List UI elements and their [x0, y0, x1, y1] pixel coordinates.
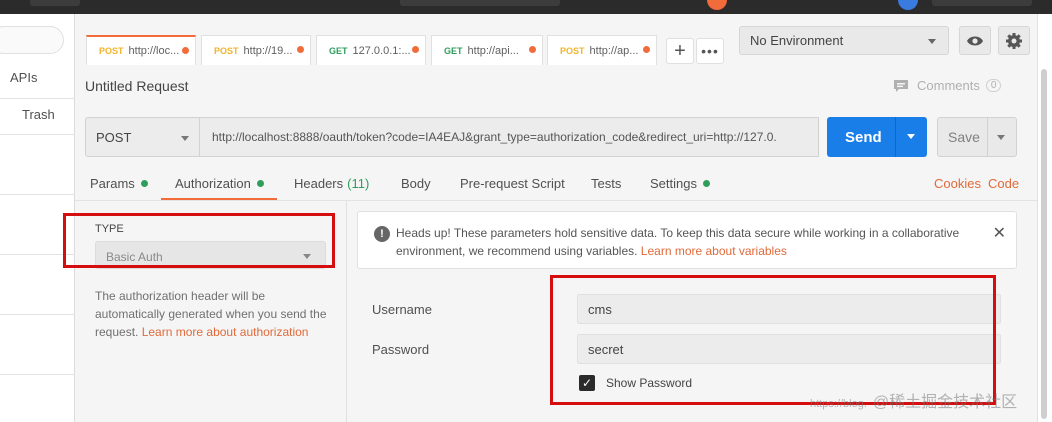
unsaved-dot-icon — [297, 46, 304, 53]
watermark-url: https://blog. — [810, 398, 867, 410]
tab-label: 127.0.0.1:... — [352, 44, 411, 57]
annotation-box — [550, 275, 996, 405]
username-label: Username — [372, 302, 432, 317]
request-tab[interactable]: POST http://19... — [201, 35, 311, 65]
notice-text: Heads up! These parameters hold sensitiv… — [396, 224, 966, 260]
divider — [987, 118, 988, 156]
method-select[interactable]: POST — [85, 117, 200, 157]
send-button[interactable]: Send — [827, 117, 927, 157]
top-bar-block — [932, 0, 1032, 6]
tab-authorization-label: Authorization — [175, 176, 251, 191]
tab-params-label: Params — [90, 176, 135, 191]
sidebar-search-input[interactable] — [0, 26, 64, 54]
top-bar-block — [400, 0, 560, 6]
request-tab[interactable]: POST http://ap... — [547, 35, 657, 65]
tab-body[interactable]: Body — [401, 176, 431, 191]
tab-label: http://ap... — [589, 44, 639, 57]
more-tabs-icon[interactable]: ••• — [696, 38, 724, 64]
tab-method: POST — [560, 45, 585, 56]
password-label: Password — [372, 342, 430, 357]
tab-params[interactable]: Params — [90, 176, 148, 191]
comments-button[interactable]: Comments 0 — [893, 78, 1002, 93]
exclamation-icon: ! — [374, 226, 390, 242]
gear-icon[interactable] — [998, 26, 1030, 55]
sidebar-item-trash[interactable]: Trash — [22, 107, 55, 122]
method-value: POST — [96, 130, 132, 145]
request-tab[interactable]: POST http://loc... — [86, 35, 196, 65]
send-label: Send — [845, 128, 882, 146]
environment-select[interactable]: No Environment — [739, 26, 949, 55]
learn-more-authorization-link[interactable]: Learn more about authorization — [142, 325, 309, 339]
sensitive-data-notice: ! Heads up! These parameters hold sensit… — [357, 211, 1017, 269]
request-tab[interactable]: GET 127.0.0.1:... — [316, 35, 426, 65]
unsaved-dot-icon — [182, 47, 189, 54]
status-dot-icon — [256, 180, 264, 187]
unsaved-dot-icon — [412, 46, 419, 53]
tab-settings-label: Settings — [650, 176, 697, 191]
comments-label: Comments — [917, 78, 980, 93]
tab-settings[interactable]: Settings — [650, 176, 710, 191]
divider — [0, 98, 75, 99]
tab-authorization[interactable]: Authorization — [175, 176, 264, 191]
tab-method: POST — [99, 46, 124, 56]
code-link[interactable]: Code — [988, 176, 1019, 191]
tab-headers[interactable]: Headers (11) — [294, 176, 369, 191]
scrollbar-thumb[interactable] — [1041, 69, 1047, 419]
request-tab[interactable]: GET http://api... — [431, 35, 543, 65]
divider — [0, 194, 75, 195]
chevron-down-icon[interactable] — [997, 135, 1005, 140]
tab-method: GET — [444, 45, 463, 56]
environment-select-value: No Environment — [750, 33, 844, 48]
divider — [0, 374, 75, 375]
orange-circle-icon[interactable] — [707, 0, 727, 10]
chevron-down-icon — [181, 136, 189, 141]
tab-method: POST — [214, 45, 239, 56]
unsaved-dot-icon — [529, 46, 536, 53]
divider — [895, 117, 896, 157]
tab-method: GET — [329, 45, 348, 56]
divider — [0, 134, 75, 135]
tab-prerequest-script[interactable]: Pre-request Script — [460, 176, 565, 191]
watermark-text: @稀土掘金技术社区 — [872, 394, 1018, 411]
auth-description: The authorization header will be automat… — [95, 287, 330, 341]
tab-headers-label: Headers — [294, 176, 344, 191]
top-bar-block — [30, 0, 80, 6]
close-icon[interactable]: ✕ — [993, 223, 1006, 243]
tab-tests[interactable]: Tests — [591, 176, 621, 191]
divider — [0, 314, 75, 315]
comment-icon — [894, 79, 908, 92]
vertical-scrollbar[interactable] — [1037, 14, 1052, 422]
tab-label: http://loc... — [128, 45, 180, 57]
chevron-down-icon — [928, 39, 936, 44]
unsaved-dot-icon — [643, 46, 650, 53]
comments-count: 0 — [985, 79, 1002, 92]
cookies-link[interactable]: Cookies — [934, 176, 981, 191]
chevron-down-icon[interactable] — [907, 134, 915, 139]
url-input[interactable]: http://localhost:8888/oauth/token?code=I… — [200, 117, 819, 157]
learn-more-variables-link[interactable]: Learn more about variables — [641, 244, 787, 258]
window-top-bar — [0, 0, 1052, 14]
annotation-box — [63, 213, 335, 268]
request-title[interactable]: Untitled Request — [85, 78, 189, 94]
blue-circle-icon[interactable] — [898, 0, 918, 10]
eye-icon[interactable] — [959, 26, 991, 55]
save-label: Save — [948, 129, 980, 145]
watermark: https://blog. @稀土掘金技术社区 — [810, 388, 1017, 412]
headers-count: (11) — [347, 176, 370, 191]
save-button[interactable]: Save — [937, 117, 1017, 157]
tab-label: http://api... — [467, 44, 519, 57]
new-tab-plus-icon[interactable]: + — [666, 38, 694, 64]
tab-label: http://19... — [243, 44, 293, 57]
status-dot-icon — [140, 180, 148, 187]
sidebar-item-apis[interactable]: APIs — [10, 70, 37, 85]
status-dot-icon — [702, 180, 710, 187]
